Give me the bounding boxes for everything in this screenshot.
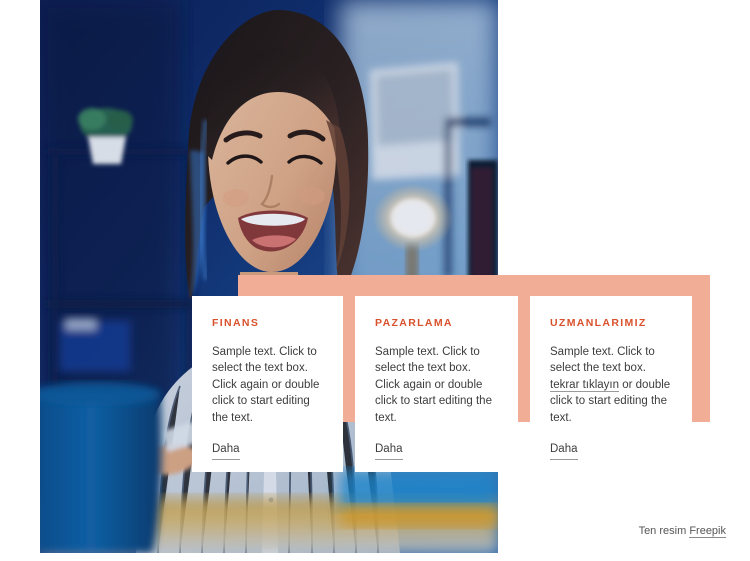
image-credit: Ten resim Freepik bbox=[638, 525, 726, 538]
freepik-link[interactable]: Freepik bbox=[689, 525, 726, 538]
card-body: Sample text. Click to select the text bo… bbox=[550, 344, 672, 427]
card-body-text: Sample text. Click to select the text bo… bbox=[212, 345, 320, 424]
card-title: FINANS bbox=[212, 317, 260, 329]
card-body-text: Sample text. Click to select the text bo… bbox=[375, 345, 492, 424]
card-more-link[interactable]: Daha bbox=[212, 442, 240, 461]
card-body-text-before: Sample text. Click to select the text bo… bbox=[550, 345, 655, 375]
card-body: Sample text. Click to select the text bo… bbox=[212, 344, 323, 427]
feature-card-finans[interactable]: FINANS Sample text. Click to select the … bbox=[192, 296, 343, 472]
card-body: Sample text. Click to select the text bo… bbox=[375, 344, 498, 427]
card-title: PAZARLAMA bbox=[375, 317, 453, 329]
card-title: UZMANLARIMIZ bbox=[550, 317, 647, 329]
card-more-link[interactable]: Daha bbox=[550, 442, 578, 461]
feature-card-pazarlama[interactable]: PAZARLAMA Sample text. Click to select t… bbox=[355, 296, 518, 472]
image-credit-prefix: Ten resim bbox=[638, 525, 690, 537]
card-more-link[interactable]: Daha bbox=[375, 442, 403, 461]
inline-edit-link[interactable]: tekrar tıklayın bbox=[550, 378, 620, 392]
feature-card-uzmanlarimiz[interactable]: UZMANLARIMIZ Sample text. Click to selec… bbox=[530, 296, 692, 472]
